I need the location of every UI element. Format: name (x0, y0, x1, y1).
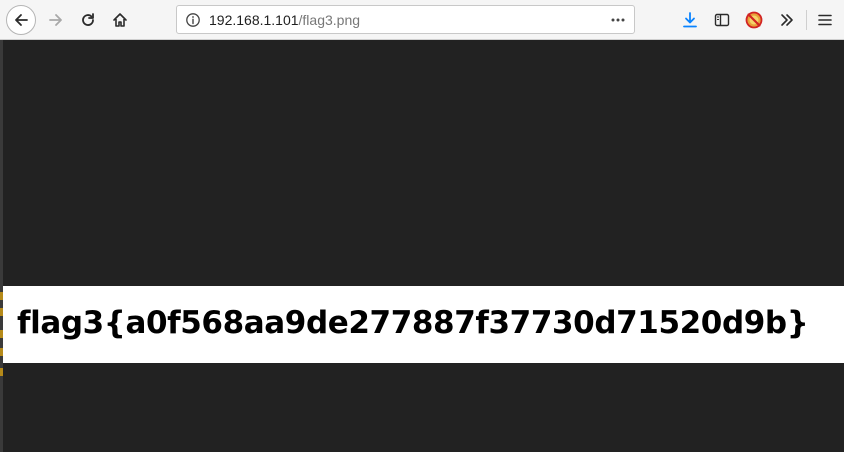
flag-image: flag3{a0f568aa9de277887f37730d71520d9b} (3, 286, 844, 363)
sidebar-icon (714, 13, 730, 27)
reload-button[interactable] (73, 5, 103, 35)
edge-glyph (0, 368, 3, 376)
url-bar[interactable]: 192.168.1.101/flag3.png (176, 5, 635, 34)
arrow-right-icon (49, 14, 62, 26)
home-button[interactable] (105, 5, 135, 35)
reload-icon (82, 13, 94, 26)
page-viewport: flag3{a0f568aa9de277887f37730d71520d9b} (0, 40, 844, 452)
addon-button[interactable] (742, 8, 766, 32)
toolbar-separator (806, 10, 807, 30)
arrow-left-icon (15, 14, 28, 26)
url-host: 192.168.1.101 (209, 12, 299, 28)
overflow-button[interactable] (775, 8, 799, 32)
addon-icon (745, 11, 763, 29)
hamburger-icon (818, 14, 832, 26)
url-path: /flag3.png (298, 12, 361, 28)
ellipsis-icon[interactable] (610, 12, 626, 28)
downloads-button[interactable] (678, 8, 702, 32)
menu-button[interactable] (813, 8, 837, 32)
sidebar-button[interactable] (710, 8, 734, 32)
left-edge-strip (0, 40, 3, 452)
back-button[interactable] (6, 5, 36, 35)
forward-button[interactable] (41, 5, 71, 35)
double-chevron-icon (781, 14, 793, 26)
home-icon (113, 13, 127, 27)
download-icon (683, 12, 697, 28)
info-icon[interactable] (185, 12, 201, 28)
url-text[interactable]: 192.168.1.101/flag3.png (209, 12, 360, 28)
flag-text: flag3{a0f568aa9de277887f37730d71520d9b} (17, 305, 809, 341)
browser-toolbar: 192.168.1.101/flag3.png (0, 0, 844, 40)
